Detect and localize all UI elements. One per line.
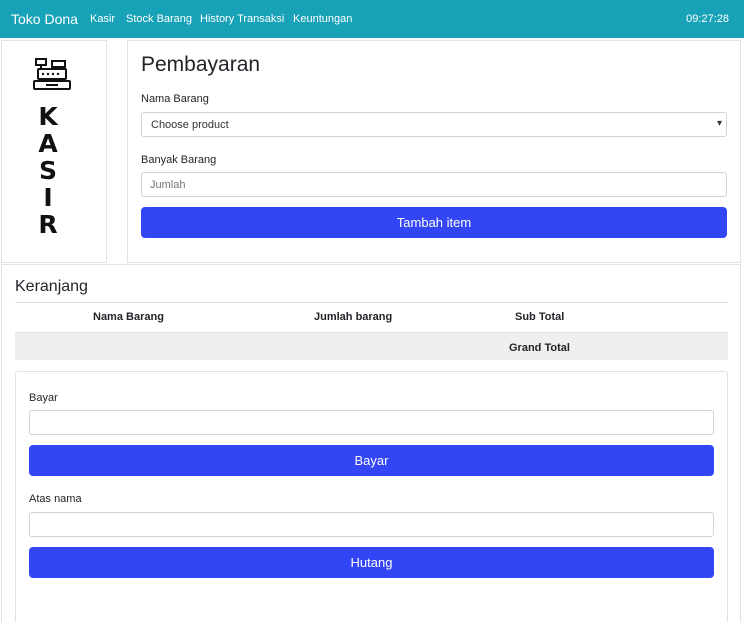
kasir-letter: S: [38, 156, 57, 185]
kasir-vertical-title: K A S I R: [37, 103, 59, 238]
grand-total-row: Grand Total: [15, 332, 728, 360]
top-navbar: Toko Dona Kasir Stock Barang History Tra…: [0, 0, 744, 38]
nav-link-keuntungan[interactable]: Keuntungan: [293, 13, 352, 25]
brand-link[interactable]: Toko Dona: [11, 11, 78, 27]
pay-amount-input[interactable]: [29, 410, 714, 435]
product-label: Nama Barang: [141, 93, 209, 105]
name-label: Atas nama: [29, 493, 82, 505]
cash-register-icon: [33, 58, 71, 90]
debt-button[interactable]: Hutang: [29, 547, 714, 578]
pay-button[interactable]: Bayar: [29, 445, 714, 476]
nav-link-kasir[interactable]: Kasir: [90, 13, 115, 25]
payment-form-panel: Bayar Bayar Atas nama Hutang: [15, 371, 728, 622]
customer-name-input[interactable]: [29, 512, 714, 537]
quantity-label: Banyak Barang: [141, 154, 217, 166]
grand-total-label: Grand Total: [509, 342, 570, 354]
kasir-letter: A: [38, 129, 58, 158]
column-header-jumlah-barang: Jumlah barang: [314, 311, 393, 323]
clock: 09:27:28: [686, 13, 729, 25]
add-item-button[interactable]: Tambah item: [141, 207, 727, 238]
kasir-letter: K: [38, 102, 58, 131]
quantity-placeholder: Jumlah: [150, 179, 186, 191]
pay-label: Bayar: [29, 392, 58, 404]
payment-title: Pembayaran: [141, 53, 261, 76]
cart-card: Keranjang Nama Barang Jumlah barang Sub …: [1, 264, 741, 622]
cart-title: Keranjang: [15, 278, 88, 295]
quantity-input[interactable]: Jumlah: [141, 172, 727, 197]
kasir-letter: R: [38, 210, 58, 239]
nav-link-history-transaksi[interactable]: History Transaksi: [200, 13, 284, 25]
product-select[interactable]: Choose product ▾: [141, 112, 727, 137]
kasir-letter: I: [43, 183, 53, 212]
product-select-value: Choose product: [151, 119, 229, 131]
nav-link-stock-barang[interactable]: Stock Barang: [126, 13, 192, 25]
payment-card: Pembayaran Nama Barang Choose product ▾ …: [127, 40, 741, 263]
column-header-nama-barang: Nama Barang: [93, 311, 164, 323]
chevron-down-icon: ▾: [716, 118, 722, 129]
column-header-sub-total: Sub Total: [515, 311, 565, 323]
kasir-logo-card: K A S I R: [1, 40, 107, 263]
divider: [15, 302, 728, 303]
